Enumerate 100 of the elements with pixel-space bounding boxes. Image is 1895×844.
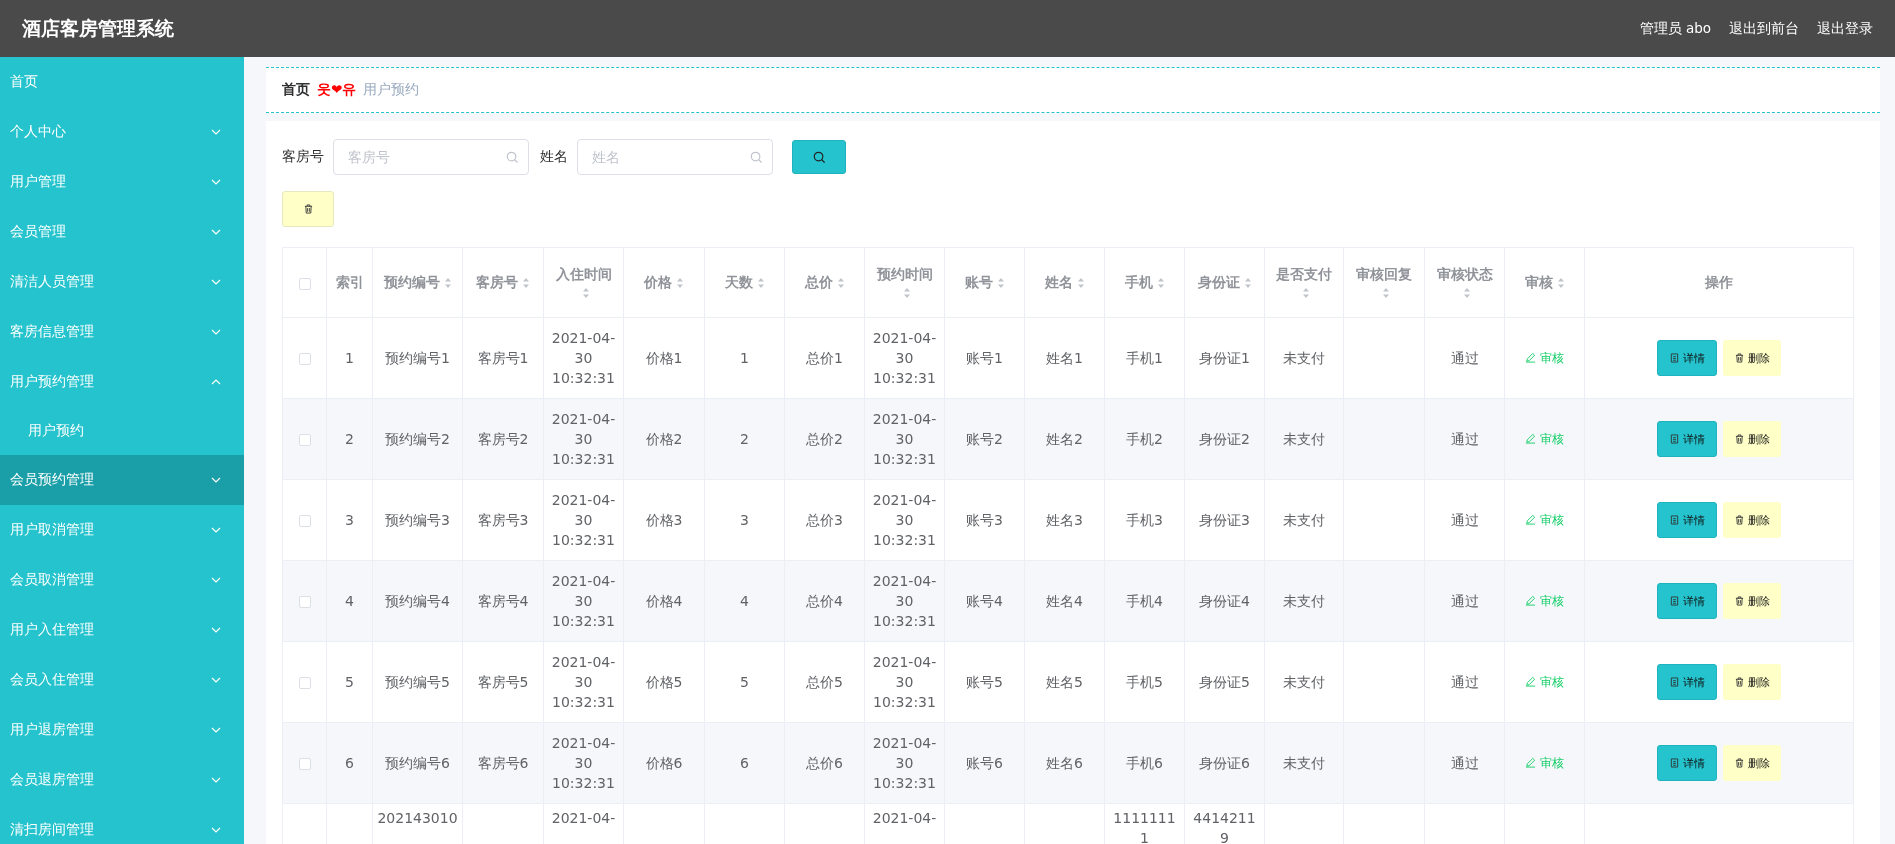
table-cell: 5 bbox=[345, 674, 354, 690]
table-cell: 2 bbox=[740, 431, 749, 447]
detail-button[interactable]: 详情 bbox=[1657, 745, 1717, 781]
sort-icon[interactable] bbox=[836, 276, 845, 289]
sort-icon[interactable] bbox=[1302, 286, 1310, 299]
table-cell: 通过 bbox=[1450, 431, 1479, 447]
delete-button[interactable]: 删除 bbox=[1723, 583, 1781, 619]
sort-icon[interactable] bbox=[1462, 286, 1471, 299]
row-checkbox[interactable] bbox=[298, 434, 311, 446]
table-cell: 2021-04-30 10:32:31 bbox=[551, 492, 616, 548]
row-checkbox[interactable] bbox=[298, 353, 311, 365]
breadcrumb-link[interactable]: 首页 bbox=[282, 81, 310, 99]
table-cell: 2021-04- bbox=[872, 810, 937, 826]
delete-button[interactable]: 删除 bbox=[1723, 664, 1781, 700]
detail-button[interactable]: 详情 bbox=[1657, 583, 1717, 619]
sidebar-item[interactable]: 客房信息管理 bbox=[0, 307, 244, 357]
audit-link[interactable]: 审核 bbox=[1525, 509, 1564, 530]
table-cell: 总价3 bbox=[806, 512, 843, 528]
sidebar-item[interactable]: 会员退房管理 bbox=[0, 755, 244, 805]
document-icon bbox=[1669, 434, 1679, 444]
table-cell: 预约编号4 bbox=[385, 593, 450, 609]
delete-button[interactable]: 删除 bbox=[1723, 745, 1781, 781]
sort-icon[interactable] bbox=[996, 276, 1005, 289]
header-link[interactable]: 管理员 abo bbox=[1639, 19, 1711, 38]
table-cell: 客房号1 bbox=[477, 350, 529, 366]
table-cell: 2021-04-30 10:32:31 bbox=[551, 654, 616, 710]
chevron-icon bbox=[211, 379, 221, 385]
search-field[interactable]: 客房号 bbox=[333, 139, 529, 175]
audit-link[interactable]: 审核 bbox=[1525, 752, 1564, 773]
table-cell: 手机6 bbox=[1126, 755, 1163, 771]
table-cell: 账号5 bbox=[966, 674, 1003, 690]
table-cell: 2021-04-30 10:32:31 bbox=[872, 330, 937, 386]
table-cell: 账号2 bbox=[966, 431, 1003, 447]
table-cell: 未支付 bbox=[1283, 512, 1325, 528]
delete-button[interactable]: 删除 bbox=[1723, 340, 1781, 376]
detail-button[interactable]: 详情 bbox=[1657, 664, 1717, 700]
search-button[interactable] bbox=[792, 140, 846, 174]
sidebar-subitem[interactable]: 用户预约 bbox=[0, 407, 244, 455]
delete-button[interactable]: 删除 bbox=[1723, 421, 1781, 457]
sidebar-item[interactable]: 清洁人员管理 bbox=[0, 257, 244, 307]
sort-icon[interactable] bbox=[1382, 286, 1390, 299]
table-cell: 3 bbox=[345, 512, 354, 528]
table-cell: 价格6 bbox=[645, 755, 683, 771]
sort-icon[interactable] bbox=[443, 276, 452, 289]
table-cell: 2021-04-30 10:32:31 bbox=[551, 330, 616, 386]
sidebar-item[interactable]: 会员取消管理 bbox=[0, 555, 244, 605]
select-all-checkbox[interactable] bbox=[298, 277, 311, 290]
table-cell: 通过 bbox=[1450, 674, 1479, 690]
row-checkbox[interactable] bbox=[298, 758, 311, 770]
chevron-icon bbox=[211, 179, 221, 185]
sort-icon[interactable] bbox=[1076, 276, 1085, 289]
detail-button[interactable]: 详情 bbox=[1657, 421, 1717, 457]
sidebar-item[interactable]: 清扫房间管理 bbox=[0, 805, 244, 844]
column-header: 预约编号 bbox=[383, 273, 440, 290]
sort-icon[interactable] bbox=[1243, 276, 1252, 289]
sidebar-item[interactable]: 首页 bbox=[0, 57, 244, 107]
chevron-icon bbox=[211, 577, 221, 583]
sidebar-item[interactable]: 会员管理 bbox=[0, 207, 244, 257]
header-link[interactable]: 退出登录 bbox=[1817, 19, 1873, 38]
table-cell: 预约编号1 bbox=[385, 350, 450, 366]
header-link[interactable]: 退出到前台 bbox=[1729, 19, 1799, 38]
sidebar-item[interactable]: 用户取消管理 bbox=[0, 505, 244, 555]
table-cell: 价格1 bbox=[645, 350, 683, 366]
field-label: 姓名 bbox=[540, 148, 568, 166]
sort-icon[interactable] bbox=[1156, 276, 1165, 289]
sidebar-item[interactable]: 用户预约管理 bbox=[0, 357, 244, 407]
table-cell: 姓名2 bbox=[1046, 431, 1083, 447]
delete-button[interactable]: 删除 bbox=[1723, 502, 1781, 538]
sort-icon[interactable] bbox=[522, 276, 530, 289]
audit-link[interactable]: 审核 bbox=[1525, 347, 1564, 368]
audit-link[interactable]: 审核 bbox=[1525, 671, 1564, 692]
table-cell: 姓名1 bbox=[1046, 350, 1083, 366]
detail-button[interactable]: 详情 bbox=[1657, 340, 1717, 376]
sidebar-item[interactable]: 用户管理 bbox=[0, 157, 244, 207]
column-header: 天数 bbox=[724, 273, 753, 290]
sidebar-item[interactable]: 会员入住管理 bbox=[0, 655, 244, 705]
table-cell: 身份证6 bbox=[1199, 755, 1250, 771]
sort-icon[interactable] bbox=[756, 276, 765, 289]
sidebar-item[interactable]: 用户入住管理 bbox=[0, 605, 244, 655]
audit-link[interactable]: 审核 bbox=[1525, 590, 1564, 611]
table-cell: 未支付 bbox=[1283, 755, 1325, 771]
sidebar-item[interactable]: 会员预约管理 bbox=[0, 455, 244, 505]
sort-icon[interactable] bbox=[1556, 276, 1565, 289]
row-checkbox[interactable] bbox=[298, 596, 311, 608]
sort-icon[interactable] bbox=[902, 286, 911, 299]
sidebar-item[interactable]: 用户退房管理 bbox=[0, 705, 244, 755]
detail-button[interactable]: 详情 bbox=[1657, 502, 1717, 538]
search-field[interactable]: 姓名 bbox=[577, 139, 773, 175]
sidebar-item[interactable]: 个人中心 bbox=[0, 107, 244, 157]
table-cell: 通过 bbox=[1450, 593, 1479, 609]
table-cell: 账号1 bbox=[966, 350, 1003, 366]
sort-icon[interactable] bbox=[676, 276, 684, 289]
column-header: 客房号 bbox=[476, 273, 518, 290]
chevron-icon bbox=[211, 329, 221, 335]
sort-icon[interactable] bbox=[581, 286, 590, 299]
table-cell: 2021-04-30 10:32:31 bbox=[872, 492, 937, 548]
row-checkbox[interactable] bbox=[298, 515, 311, 527]
delete-button[interactable] bbox=[282, 191, 334, 227]
row-checkbox[interactable] bbox=[298, 677, 311, 689]
audit-link[interactable]: 审核 bbox=[1525, 428, 1564, 449]
